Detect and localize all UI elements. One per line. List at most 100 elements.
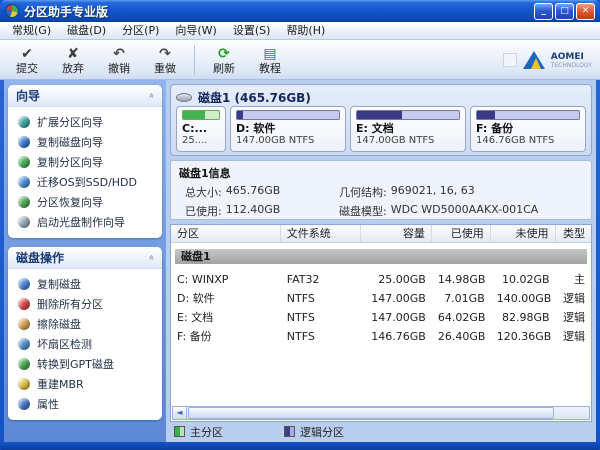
wizard-item[interactable]: 扩展分区向导 (8, 112, 162, 132)
toolbar-button[interactable]: ⟳ 刷新 (201, 42, 247, 78)
wizard-item[interactable]: 复制分区向导 (8, 152, 162, 172)
column-header-unused[interactable]: 未使用 (491, 225, 556, 242)
partition-usage-fill (237, 111, 244, 119)
wizard-item-label: 分区恢复向导 (37, 196, 103, 209)
wizard-item-icon (18, 216, 30, 228)
toolbar-button[interactable]: ▤ 教程 (247, 42, 293, 78)
partition-block[interactable]: F: 备份 146.76GB NTFS (470, 106, 586, 152)
menu-item[interactable]: 常规(G) (4, 22, 59, 40)
disk-operation-item[interactable]: 复制磁盘 (8, 274, 162, 294)
toolbar-button-icon: ⟳ (218, 45, 230, 62)
disk-operations-header[interactable]: 磁盘操作 « (8, 247, 162, 269)
cell-filesystem: NTFS (286, 292, 315, 305)
menu-item[interactable]: 向导(W) (167, 22, 224, 40)
cell-partition: D: 软件 (177, 292, 215, 305)
disk-operation-item-label: 删除所有分区 (37, 298, 103, 311)
column-header-partition[interactable]: 分区 (171, 225, 281, 242)
brand-name: AOMEI (550, 51, 584, 62)
disk-group-row[interactable]: 磁盘1 (175, 249, 587, 264)
toolbar-button-label: 提交 (16, 61, 38, 75)
disk-operation-item[interactable]: 属性 (8, 394, 162, 414)
toolbar-button[interactable]: ✔ 提交 (4, 42, 50, 78)
column-header-used[interactable]: 已使用 (432, 225, 491, 242)
horizontal-scrollbar[interactable]: ◄ (172, 406, 590, 420)
main-area: 磁盘1 (465.76GB) C:... 25.... D: 软件 147.00… (166, 80, 596, 442)
brand-area: AOMEI TECHNOLOGY (502, 42, 596, 78)
toolbar: ✔ 提交 ✘ 放弃 ↶ 撤销 ↷ 重做 ⟳ 刷新 ▤ 教程 AOMEI TECH… (0, 40, 600, 80)
wizard-item[interactable]: 迁移OS到SSD/HDD (8, 172, 162, 192)
table-row[interactable]: F: 备份 NTFS 146.76GB 26.40GB 120.36GB 逻辑 (171, 327, 591, 346)
wizard-item[interactable]: 分区恢复向导 (8, 192, 162, 212)
toolbar-button-label: 教程 (259, 61, 281, 75)
disk-info-field-label: 总大小: (185, 186, 222, 199)
window-title: 分区助手专业版 (24, 4, 109, 19)
partition-usage-bar (182, 110, 220, 120)
disk-operation-item-label: 复制磁盘 (37, 278, 81, 291)
partition-block[interactable]: E: 文档 147.00GB NTFS (350, 106, 466, 152)
wizard-item-label: 启动光盘制作向导 (37, 216, 125, 229)
cell-used: 7.01GB (444, 292, 485, 305)
column-header-filesystem[interactable]: 文件系统 (281, 225, 362, 242)
collapse-chevron-icon[interactable]: « (145, 92, 156, 98)
disk-operation-item-label: 转换到GPT磁盘 (37, 358, 114, 371)
minimize-button[interactable]: _ (534, 2, 553, 20)
menu-item[interactable]: 帮助(H) (278, 22, 333, 40)
cell-unused: 82.98GB (501, 311, 550, 324)
brand-sub: TECHNOLOGY (550, 61, 592, 69)
maximize-button[interactable]: □ (555, 2, 574, 20)
menu-item[interactable]: 磁盘(D) (59, 22, 114, 40)
toolbar-button[interactable]: ✘ 放弃 (50, 42, 96, 78)
toolbar-button[interactable]: ↶ 撤销 (96, 42, 142, 78)
partition-block-label: C:... (182, 122, 208, 135)
wizard-panel: 向导 « 扩展分区向导 复制磁盘向导 复制分区向导 迁移OS到SSD/HDD 分… (8, 85, 162, 238)
partition-block-label: E: 文档 (356, 122, 394, 135)
disk-operation-item-icon (18, 318, 30, 330)
table-row[interactable]: C: WINXP FAT32 25.00GB 14.98GB 10.02GB 主 (171, 270, 591, 289)
disk-info-field-value: 969021, 16, 63 (390, 184, 475, 197)
partition-block-label: D: 软件 (236, 122, 276, 135)
scroll-left-arrow-icon[interactable]: ◄ (173, 407, 187, 419)
table-row[interactable]: D: 软件 NTFS 147.00GB 7.01GB 140.00GB 逻辑 (171, 289, 591, 308)
partition-block[interactable]: D: 软件 147.00GB NTFS (230, 106, 346, 152)
toolbar-separator (194, 45, 195, 75)
column-header-capacity[interactable]: 容量 (361, 225, 432, 242)
window-bottom-frame (0, 442, 600, 450)
disk-info-field: 总大小: 465.76GB (185, 184, 339, 200)
disk-operation-item-icon (18, 298, 30, 310)
collapse-chevron-icon[interactable]: « (145, 254, 156, 260)
disk-operation-item[interactable]: 擦除磁盘 (8, 314, 162, 334)
wizard-panel-header[interactable]: 向导 « (8, 85, 162, 107)
scrollbar-thumb[interactable] (188, 407, 555, 419)
wizard-item[interactable]: 启动光盘制作向导 (8, 212, 162, 232)
legend-label: 主分区 (190, 425, 223, 439)
logo-ghost-box (502, 53, 517, 67)
column-header-type[interactable]: 类型 (556, 225, 591, 242)
cell-capacity: 25.00GB (378, 273, 426, 286)
disk-info-field: 已使用: 112.40GB (185, 203, 339, 219)
table-row[interactable]: E: 文档 NTFS 147.00GB 64.02GB 82.98GB 逻辑 (171, 308, 591, 327)
sidebar: 向导 « 扩展分区向导 复制磁盘向导 复制分区向导 迁移OS到SSD/HDD 分… (4, 80, 166, 442)
cell-unused: 10.02GB (501, 273, 550, 286)
menu-item[interactable]: 分区(P) (114, 22, 167, 40)
cell-capacity: 146.76GB (371, 330, 426, 343)
toolbar-button[interactable]: ↷ 重做 (142, 42, 188, 78)
menu-bar: 常规(G) 磁盘(D) 分区(P) 向导(W) 设置(S) 帮助(H) (0, 22, 600, 40)
wizard-item-icon (18, 136, 30, 148)
cell-capacity: 147.00GB (371, 311, 426, 324)
disk-operation-item-icon (18, 358, 30, 370)
wizard-item[interactable]: 复制磁盘向导 (8, 132, 162, 152)
disk-operation-item[interactable]: 转换到GPT磁盘 (8, 354, 162, 374)
cell-filesystem: FAT32 (286, 273, 320, 286)
disk-operation-item[interactable]: 重建MBR (8, 374, 162, 394)
partition-block-size: 146.76GB NTFS (476, 135, 555, 146)
toolbar-button-label: 撤销 (108, 61, 130, 75)
disk-operation-item[interactable]: 删除所有分区 (8, 294, 162, 314)
partition-block[interactable]: C:... 25.... (176, 106, 226, 152)
cell-type: 逻辑 (562, 292, 585, 305)
menu-item[interactable]: 设置(S) (225, 22, 279, 40)
disk-operation-item[interactable]: 坏扇区检测 (8, 334, 162, 354)
legend-item: 主分区 (174, 424, 274, 440)
partition-table: 分区 文件系统 容量 已使用 未使用 类型 磁盘1 C: WINXP FAT32… (170, 224, 592, 422)
disk-graph-panel: 磁盘1 (465.76GB) C:... 25.... D: 软件 147.00… (170, 84, 592, 156)
close-button[interactable]: ✕ (576, 2, 595, 20)
